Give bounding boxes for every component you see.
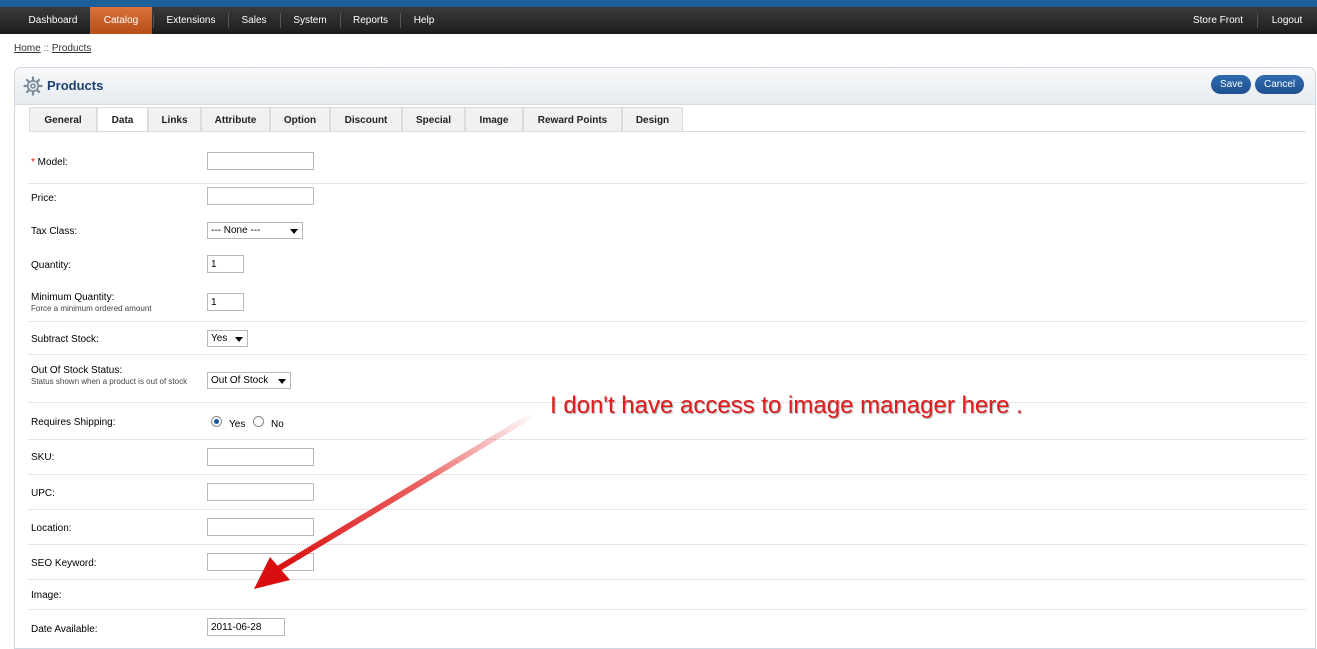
- form-row-price: Price:: [29, 183, 1306, 212]
- quantity-input[interactable]: 1: [207, 255, 244, 273]
- image-label: Image:: [31, 590, 62, 601]
- form-row-image: Image:: [29, 580, 1306, 610]
- date-available-label: Date Available:: [31, 624, 98, 635]
- top-menu-bar: Dashboard Catalog Extensions Sales Syste…: [0, 7, 1317, 34]
- shipping-yes-radio[interactable]: [211, 416, 222, 427]
- tab-image[interactable]: Image: [465, 107, 523, 132]
- tax-class-value: --- None ---: [211, 225, 261, 236]
- form-row-tax-class: Tax Class: --- None ---: [29, 212, 1306, 250]
- tab-divider: [29, 131, 1306, 132]
- location-label: Location:: [31, 523, 72, 534]
- minimum-help: Force a minimum ordered amount: [31, 304, 152, 313]
- form-row-location: Location:: [29, 510, 1306, 545]
- tab-links[interactable]: Links: [148, 107, 201, 132]
- menu-dashboard[interactable]: Dashboard: [16, 7, 90, 34]
- breadcrumb-home-link[interactable]: Home: [14, 43, 41, 54]
- minimum-label: Minimum Quantity: Force a minimum ordered…: [31, 292, 152, 314]
- top-accent-strip: [0, 0, 1317, 7]
- tab-reward-points[interactable]: Reward Points: [523, 107, 622, 132]
- tab-special[interactable]: Special: [402, 107, 465, 132]
- shipping-label: Requires Shipping:: [31, 417, 116, 428]
- tab-data[interactable]: Data: [97, 107, 148, 133]
- price-label: Price:: [31, 193, 57, 204]
- menu-sales[interactable]: Sales: [229, 7, 279, 34]
- tax-class-select[interactable]: --- None ---: [207, 222, 303, 239]
- menu-help[interactable]: Help: [401, 7, 447, 34]
- price-input[interactable]: [207, 187, 314, 205]
- upc-label: UPC:: [31, 488, 55, 499]
- form-row-subtract: Subtract Stock: Yes: [29, 322, 1306, 355]
- form-row-model: * Model:: [29, 142, 1306, 184]
- menu-catalog[interactable]: Catalog: [90, 7, 152, 34]
- cancel-button[interactable]: Cancel: [1255, 75, 1304, 94]
- tab-discount[interactable]: Discount: [330, 107, 402, 132]
- form-row-minimum: Minimum Quantity: Force a minimum ordered…: [29, 283, 1306, 322]
- chevron-down-icon: [290, 229, 298, 234]
- save-button[interactable]: Save: [1211, 75, 1251, 94]
- tax-class-label: Tax Class:: [31, 226, 78, 237]
- tab-attribute[interactable]: Attribute: [201, 107, 270, 132]
- page-title: Products: [47, 78, 104, 93]
- tab-general[interactable]: General: [29, 107, 97, 132]
- breadcrumb-products-link[interactable]: Products: [52, 43, 91, 54]
- sku-label: SKU:: [31, 452, 55, 463]
- chevron-down-icon: [278, 379, 286, 384]
- stock-status-label: Out Of Stock Status: Status shown when a …: [31, 365, 196, 387]
- quantity-label: Quantity:: [31, 260, 72, 271]
- tab-option[interactable]: Option: [270, 107, 330, 132]
- menu-separator: [1257, 13, 1258, 28]
- stock-status-help: Status shown when a product is out of st…: [31, 377, 188, 386]
- menu-extensions[interactable]: Extensions: [154, 7, 228, 34]
- date-available-input[interactable]: 2011-06-28: [207, 618, 285, 636]
- form-row-seo: SEO Keyword:: [29, 545, 1306, 580]
- minimum-input[interactable]: 1: [207, 293, 244, 311]
- stock-status-value: Out Of Stock: [211, 375, 269, 386]
- menu-reports[interactable]: Reports: [341, 7, 400, 34]
- shipping-yes-label: Yes: [229, 419, 246, 430]
- model-input[interactable]: [207, 152, 314, 170]
- breadcrumb: Home :: Products: [14, 43, 91, 54]
- form-row-sku: SKU:: [29, 440, 1306, 475]
- menu-system[interactable]: System: [281, 7, 339, 34]
- panel-header: Products Save Cancel: [15, 68, 1315, 105]
- form-row-upc: UPC:: [29, 475, 1306, 510]
- tab-design[interactable]: Design: [622, 107, 683, 132]
- subtract-select[interactable]: Yes: [207, 330, 248, 347]
- subtract-value: Yes: [211, 333, 228, 344]
- products-panel: Products Save Cancel General Data Links …: [14, 67, 1316, 649]
- model-label-text: Model:: [34, 157, 68, 168]
- annotation-text: I don't have access to image manager her…: [550, 392, 1023, 419]
- model-label: * Model:: [31, 157, 68, 168]
- gear-icon: [23, 76, 43, 96]
- minimum-label-text: Minimum Quantity:: [31, 292, 115, 303]
- subtract-label: Subtract Stock:: [31, 334, 99, 345]
- menu-logout[interactable]: Logout: [1262, 7, 1312, 34]
- breadcrumb-separator: ::: [40, 43, 52, 54]
- stock-status-select[interactable]: Out Of Stock: [207, 372, 291, 389]
- form-row-quantity: Quantity: 1: [29, 250, 1306, 283]
- stock-status-label-text: Out Of Stock Status:: [31, 365, 123, 376]
- seo-label: SEO Keyword:: [31, 558, 97, 569]
- form-row-date-available: Date Available: 2011-06-28: [29, 610, 1306, 640]
- menu-store-front[interactable]: Store Front: [1182, 7, 1254, 34]
- annotation-arrow: [254, 413, 533, 589]
- chevron-down-icon: [235, 337, 243, 342]
